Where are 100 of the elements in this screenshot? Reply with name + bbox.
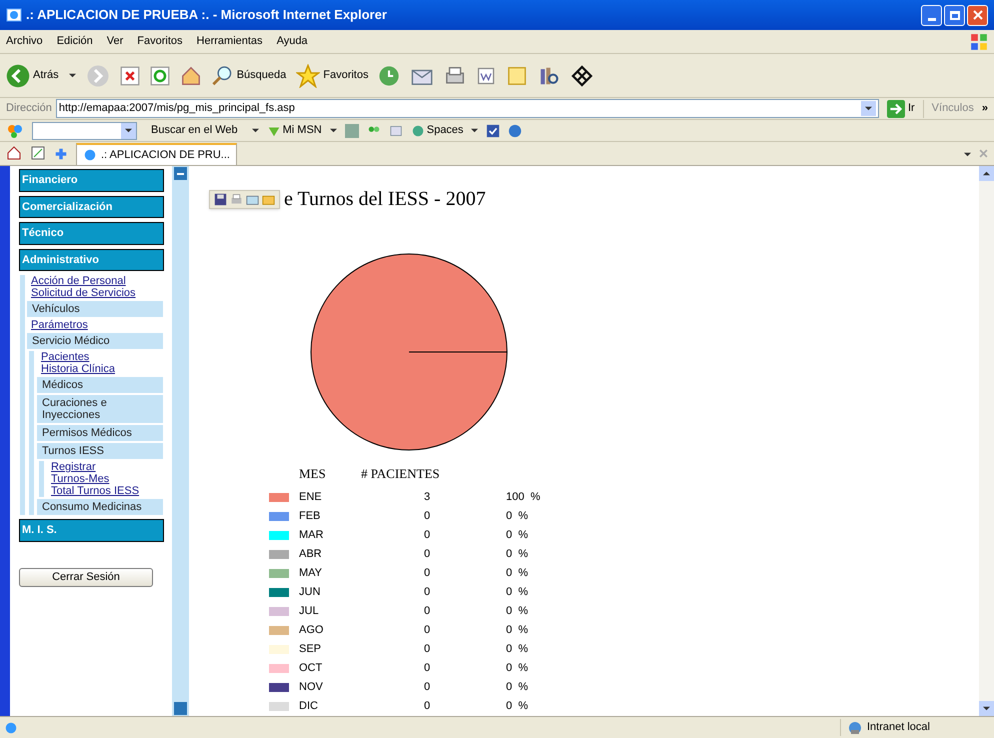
caret-icon[interactable] [252,127,259,134]
document-icon[interactable] [476,66,496,86]
legend-month: AGO [299,622,324,638]
menu-group[interactable]: Vehículos [27,301,163,317]
search-input[interactable] [32,122,137,140]
home-icon[interactable] [180,64,202,86]
legend-count: 0 [424,642,432,657]
column-header: # PACIENTES [361,465,440,483]
menu-group[interactable]: Consumo Medicinas [37,499,163,515]
legend-count: 3 [424,490,432,505]
legend-count: 0 [424,604,432,619]
search-web-button[interactable]: Buscar en el Web [145,122,244,139]
scroll-up-button[interactable] [979,166,994,181]
legend-percent: 0 % [506,546,528,562]
favorites-button[interactable]: Favoritos [296,64,368,88]
menu-item[interactable]: Favoritos [137,33,183,50]
legend-percent: 0 % [506,604,528,619]
caret-icon[interactable] [864,105,872,112]
caret-icon[interactable] [964,151,971,158]
home-icon[interactable] [6,145,22,161]
menu-link[interactable]: Acción de Personal [27,275,163,287]
menu-item[interactable]: Herramientas [196,33,263,50]
maximize-button[interactable] [944,4,965,26]
star-icon[interactable] [296,64,320,88]
spaces-button[interactable]: Spaces [410,122,464,139]
menu-link[interactable]: Registrar [47,461,163,473]
globe-icon [847,720,863,736]
legend-percent: 0 % [506,566,528,581]
legend-month: MAY [299,566,324,581]
legend-month: MAR [299,528,324,543]
legend-month: ENE [299,490,323,505]
menu-item[interactable]: Archivo [6,33,43,50]
caret-icon[interactable] [471,127,478,134]
close-button[interactable] [967,4,988,26]
legend-percent: 0 % [506,680,528,695]
refresh-icon[interactable] [150,66,170,86]
menu-link[interactable]: Parámetros [27,319,163,331]
arrow-icon[interactable] [886,100,905,118]
legend-count: 0 [424,698,432,714]
menu-link[interactable]: Total Turnos IESS [47,485,163,497]
logout-button[interactable]: Cerrar Sesión [19,568,153,586]
legend-count: 0 [424,660,432,676]
legend-count: 0 [424,528,432,543]
menu-link[interactable]: Turnos-Mes [47,473,163,485]
legend-month: OCT [299,660,324,676]
legend-count: 0 [424,680,432,695]
note-icon[interactable] [506,64,528,86]
caret-icon[interactable] [125,127,132,134]
menu-link[interactable]: Pacientes [37,351,163,363]
legend-percent: 0 % [506,528,528,543]
menu-link[interactable]: Solicitud de Servicios [27,287,163,299]
menu-group[interactable]: Permisos Médicos [37,425,163,441]
window-title: .: APLICACION DE PRUEBA :. - Microsoft Internet Explorer [26,6,388,24]
column-header: MES [299,465,327,483]
legend-percent: 0 % [506,642,528,657]
plus-icon[interactable] [54,147,68,161]
legend-percent: 0 % [506,698,528,714]
back-button[interactable]: Atrás [6,64,59,88]
legend-month: DIC [299,698,319,714]
legend-count: 0 [424,566,432,581]
menu-link[interactable]: Historia Clínica [37,363,163,375]
search-icon[interactable] [212,64,234,86]
caret-icon[interactable] [68,72,76,79]
legend-count: 0 [424,622,432,638]
frame-splitter[interactable] [172,166,189,716]
msn-button[interactable]: Mi MSN [266,122,322,139]
caret-icon[interactable] [983,170,990,177]
report-title: e Turnos del IESS - 2007 [284,187,486,212]
legend-count: 0 [424,546,432,562]
collapse-button[interactable] [174,167,187,180]
menu-group[interactable]: Curaciones e Inyecciones [37,395,163,423]
caret-icon[interactable] [983,705,990,712]
legend-month: SEP [299,642,322,657]
caret-icon[interactable] [330,127,337,134]
menu-item[interactable]: Edición [56,33,93,50]
legend-percent: 0 % [506,660,528,676]
menu-item[interactable]: Ayuda [276,33,308,50]
legend-percent: 100 % [506,490,540,505]
menu-group[interactable]: Servicio Médico [27,333,163,349]
go-button[interactable]: Ir [882,100,919,118]
menu-group[interactable]: Turnos IESS [37,443,163,459]
scroll-down-button[interactable] [979,701,994,716]
legend-month: ABR [299,546,323,562]
history-icon[interactable] [378,64,400,86]
minimize-button[interactable] [921,4,942,26]
legend-month: JUL [299,604,320,619]
legend-percent: 0 % [506,622,528,638]
menu-group[interactable]: Médicos [37,377,163,393]
checkbox-icon[interactable] [486,124,500,138]
save-icon[interactable] [214,192,227,206]
legend-month: JUN [299,584,322,600]
more-links-button[interactable]: » [982,100,988,117]
tool-icon[interactable] [570,64,594,88]
menu-item[interactable]: Ver [106,33,124,50]
print-icon[interactable] [444,64,466,86]
address-field[interactable]: http://emapaa:2007/mis/pg_mis_principal_fs.asp [56,99,879,118]
stop-icon[interactable] [120,66,140,86]
search-button[interactable]: Búsqueda [212,64,286,86]
address-label: Dirección [6,101,52,116]
browser-tab[interactable]: .: APLICACION DE PRU... [76,143,237,165]
